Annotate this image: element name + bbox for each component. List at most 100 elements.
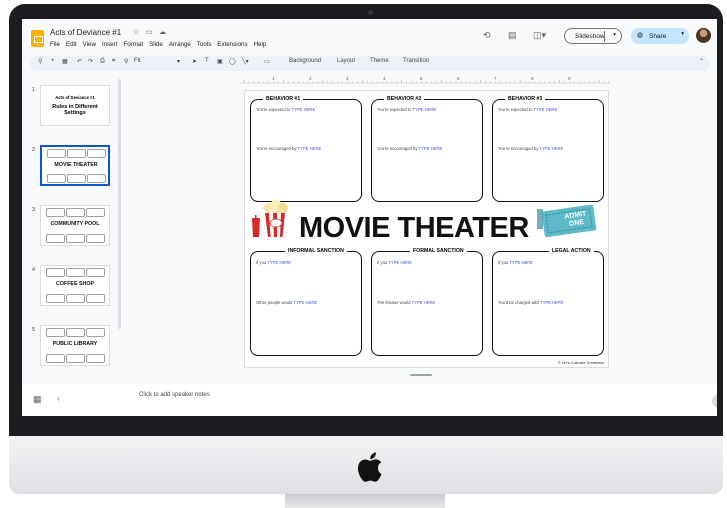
slides-logo-icon[interactable]: [31, 30, 44, 47]
type-here-field[interactable]: TYPE HERE: [509, 260, 533, 265]
legal-action-box[interactable]: LEGAL ACTION If you TYPE HERE You'd be c…: [492, 248, 604, 356]
slide-thumbnail-5[interactable]: PUBLIC LIBRARY: [40, 325, 110, 366]
apple-logo-icon: [357, 452, 382, 482]
chevron-down-icon[interactable]: ▾: [681, 31, 684, 37]
globe-icon: ◍: [637, 32, 644, 39]
add-icon[interactable]: +: [51, 58, 55, 64]
menu-slide[interactable]: Slide: [149, 41, 163, 48]
behavior-box-1[interactable]: BEHAVIOR #1 You're expected to TYPE HERE…: [250, 96, 362, 202]
type-here-field[interactable]: TYPE HERE: [293, 300, 317, 305]
menu-view[interactable]: View: [83, 41, 96, 48]
box-heading: BEHAVIOR #1: [263, 96, 304, 102]
webcam: [368, 10, 373, 15]
shape-icon[interactable]: ◯: [229, 58, 236, 65]
ruler-label: 2: [309, 76, 312, 81]
line-icon[interactable]: ╲▾: [242, 58, 249, 65]
menu-insert[interactable]: Insert: [102, 41, 117, 48]
slide-number: 2: [32, 147, 36, 153]
slide-thumbnail-1[interactable]: Acts of Deviance #1 Rules in Different S…: [40, 85, 110, 126]
notes-resize-handle[interactable]: [410, 374, 432, 376]
menu-help[interactable]: Help: [254, 41, 267, 48]
menu-format[interactable]: Format: [123, 41, 143, 48]
type-here-field[interactable]: TYPE HERE: [388, 260, 412, 265]
box-prompt: If you: [498, 260, 510, 265]
type-here-field[interactable]: TYPE HERE: [267, 260, 291, 265]
filmstrip-scrollbar[interactable]: [118, 79, 121, 329]
type-here-field[interactable]: TYPE HERE: [413, 107, 437, 112]
type-here-field[interactable]: TYPE HERE: [540, 146, 564, 151]
behavior-box-2[interactable]: BEHAVIOR #2 You're expected to TYPE HERE…: [371, 96, 483, 202]
box-prompt: You're expected to: [498, 107, 534, 112]
share-button[interactable]: ◍ Share ▾: [631, 28, 689, 44]
collapse-toolbar-icon[interactable]: ⌃: [699, 58, 704, 65]
toolbar: ⚲ + ▦ ↶ ↷ ⎙ ⌗ ⚲ Fit ▾ ➤ T ▣ ◯ ╲▾ ▭ Backg…: [30, 56, 710, 71]
star-icon[interactable]: ☆: [133, 28, 139, 36]
transition-button[interactable]: Transition: [403, 58, 429, 64]
avatar[interactable]: [696, 28, 711, 43]
type-here-field[interactable]: TYPE HERE: [540, 300, 564, 305]
informal-sanction-box[interactable]: INFORMAL SANCTION If you TYPE HERE Other…: [250, 248, 362, 356]
chevron-down-icon[interactable]: ▾: [177, 58, 180, 65]
type-here-field[interactable]: TYPE HERE: [412, 300, 436, 305]
select-cursor-icon[interactable]: ➤: [192, 58, 197, 65]
thumb-label: COFFEE SHOP: [44, 281, 106, 287]
slide-number: 3: [32, 207, 36, 213]
box-heading: BEHAVIOR #3: [505, 96, 546, 102]
box-prompt: The theater would: [377, 300, 412, 305]
document-title[interactable]: Acts of Deviance #1: [50, 28, 121, 37]
monitor-stand: [285, 494, 445, 508]
menu-tools[interactable]: Tools: [197, 41, 211, 48]
background-button[interactable]: Background: [289, 58, 321, 64]
menu-extensions[interactable]: Extensions: [217, 41, 247, 48]
ruler-label: 1: [272, 76, 275, 81]
ruler-label: 4: [383, 76, 386, 81]
redo-icon[interactable]: ↷: [88, 58, 93, 65]
ruler-label: 9: [568, 76, 571, 81]
new-slide-layout-icon[interactable]: ▦: [62, 58, 68, 65]
ruler-label: 3: [346, 76, 349, 81]
search-icon[interactable]: ⚲: [38, 58, 42, 65]
grid-view-icon[interactable]: ▦: [33, 394, 42, 405]
text-box-icon[interactable]: T: [205, 58, 209, 64]
box-prompt: You're encouraged by: [377, 146, 419, 151]
type-here-field[interactable]: TYPE HERE: [292, 107, 316, 112]
speaker-notes-placeholder[interactable]: Click to add speaker notes: [139, 392, 210, 398]
zoom-select[interactable]: Fit: [134, 58, 141, 64]
slide-number: 1: [32, 87, 36, 93]
zoom-icon[interactable]: ⚲: [124, 58, 128, 65]
menu-arrange[interactable]: Arrange: [169, 41, 191, 48]
thumb-label: PUBLIC LIBRARY: [44, 341, 106, 347]
history-icon[interactable]: ⟲: [483, 30, 491, 41]
formal-sanction-box[interactable]: FORMAL SANCTION If you TYPE HERE The the…: [371, 248, 483, 356]
menu-edit[interactable]: Edit: [66, 41, 77, 48]
move-folder-icon[interactable]: ▭: [146, 28, 153, 36]
theme-button[interactable]: Theme: [370, 58, 389, 64]
ruler-label: 6: [457, 76, 460, 81]
thumb-title: Rules in Different Settings: [52, 104, 98, 116]
image-icon[interactable]: ▣: [217, 58, 223, 65]
comments-icon[interactable]: ▤: [508, 30, 517, 41]
box-prompt: Other people would: [256, 300, 294, 305]
comment-add-icon[interactable]: ▭: [264, 58, 270, 65]
menu-file[interactable]: File: [50, 41, 60, 48]
copyright-text: © Let's Cultivate Greatness: [557, 361, 604, 365]
paint-format-icon[interactable]: ⌗: [112, 58, 115, 65]
layout-button[interactable]: Layout: [337, 58, 355, 64]
slide-thumbnail-4[interactable]: COFFEE SHOP: [40, 265, 110, 306]
print-icon[interactable]: ⎙: [100, 58, 105, 65]
slide-title[interactable]: MOVIE THEATER: [299, 212, 529, 245]
undo-icon[interactable]: ↶: [77, 58, 82, 65]
chevron-down-icon[interactable]: ▾: [613, 32, 616, 38]
speaker-notes-panel[interactable]: [22, 384, 717, 416]
type-here-field[interactable]: TYPE HERE: [419, 146, 443, 151]
slide-thumbnail-2[interactable]: MOVIE THEATER: [40, 145, 110, 186]
meet-icon[interactable]: ◫▾: [533, 30, 546, 41]
cloud-saved-icon[interactable]: ☁: [159, 28, 166, 36]
slideshow-button[interactable]: Slideshow ▾: [564, 28, 622, 44]
chevron-left-icon[interactable]: ‹: [57, 394, 60, 403]
behavior-box-3[interactable]: BEHAVIOR #3 You're expected to TYPE HERE…: [492, 96, 604, 202]
type-here-field[interactable]: TYPE HERE: [534, 107, 558, 112]
type-here-field[interactable]: TYPE HERE: [298, 146, 322, 151]
slide-thumbnail-3[interactable]: COMMUNITY POOL: [40, 205, 110, 246]
slide-canvas[interactable]: BEHAVIOR #1 You're expected to TYPE HERE…: [245, 91, 608, 367]
